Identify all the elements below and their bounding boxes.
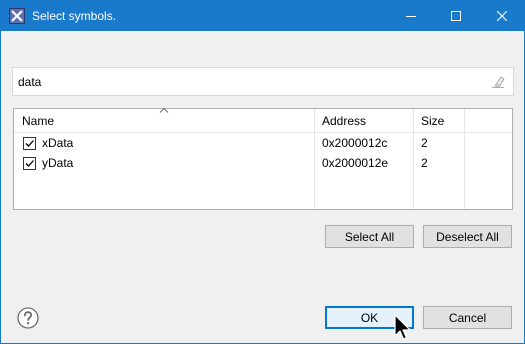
column-header-name[interactable]: Name	[22, 114, 54, 128]
cancel-button[interactable]: Cancel	[423, 306, 512, 329]
table-row[interactable]: yData 0x2000012e 2	[14, 153, 512, 173]
mouse-pointer-icon	[394, 314, 411, 340]
eraser-icon[interactable]	[489, 73, 507, 91]
table-row[interactable]: xData 0x2000012c 2	[14, 133, 512, 153]
minimize-button[interactable]	[388, 1, 433, 31]
symbol-size: 2	[421, 136, 428, 150]
dialog-title: Select symbols.	[32, 9, 117, 23]
symbol-address: 0x2000012c	[322, 136, 388, 150]
symbol-name: xData	[42, 136, 74, 150]
select-all-button[interactable]: Select All	[325, 225, 414, 248]
close-icon	[496, 11, 507, 21]
sort-ascending-icon	[159, 107, 169, 113]
select-symbols-dialog: Select symbols. Name Address Size	[0, 0, 525, 344]
checkmark-icon	[25, 140, 34, 147]
checkmark-icon	[25, 160, 34, 167]
table-header: Name Address Size	[14, 107, 512, 133]
row-checkbox[interactable]	[23, 137, 36, 150]
close-button[interactable]	[479, 1, 524, 31]
symbol-address: 0x2000012e	[322, 156, 389, 170]
title-bar[interactable]: Select symbols.	[1, 1, 524, 31]
x-app-icon	[9, 8, 25, 24]
symbol-filter-input[interactable]	[18, 73, 478, 90]
symbols-table: Name Address Size xData 0x2000012c 2 yDa…	[13, 107, 513, 210]
symbol-size: 2	[421, 156, 428, 170]
maximize-icon	[450, 11, 461, 21]
help-icon[interactable]	[17, 307, 39, 329]
deselect-all-button[interactable]: Deselect All	[423, 225, 512, 248]
maximize-button[interactable]	[433, 1, 478, 31]
row-checkbox[interactable]	[23, 157, 36, 170]
symbol-name: yData	[42, 156, 74, 170]
column-header-size[interactable]: Size	[421, 114, 444, 128]
minimize-icon	[405, 16, 416, 17]
column-header-address[interactable]: Address	[322, 114, 366, 128]
symbol-filter-field[interactable]	[12, 67, 514, 96]
